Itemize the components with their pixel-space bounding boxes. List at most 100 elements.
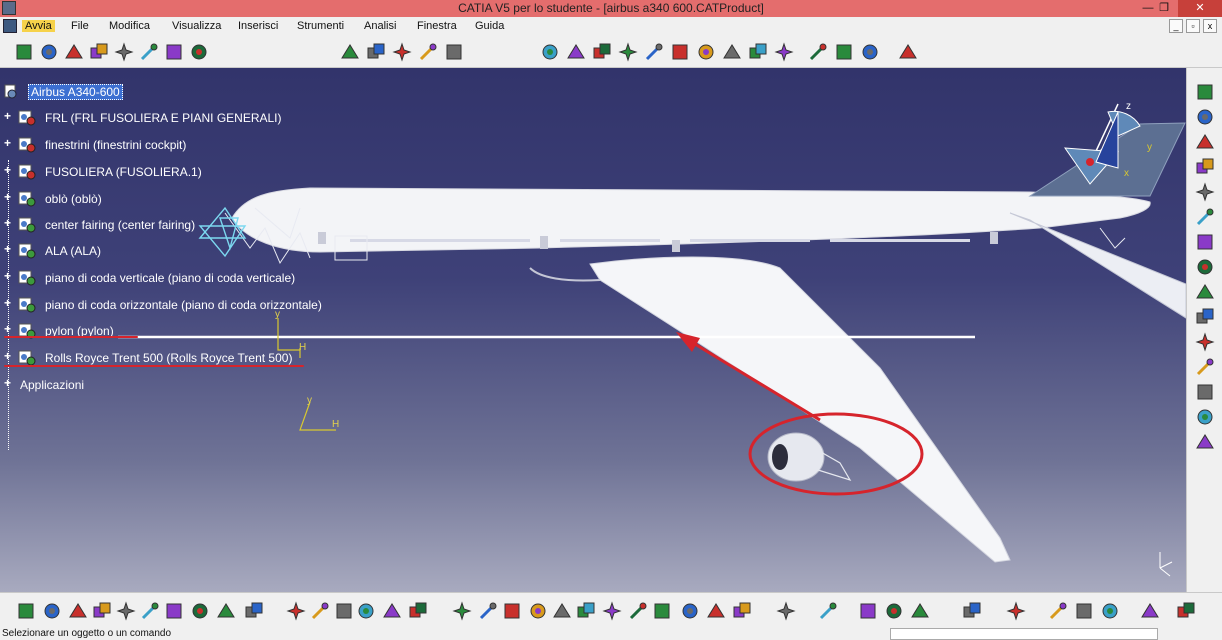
- space-analysis-icon[interactable]: [748, 42, 768, 62]
- existing-component-icon[interactable]: [1195, 182, 1215, 202]
- tree-node-label[interactable]: FUSOLIERA (FUSOLIERA.1): [45, 165, 202, 179]
- multi-instantiation-icon[interactable]: [1195, 332, 1215, 352]
- components-icon[interactable]: [340, 42, 360, 62]
- sectioning-icon[interactable]: [722, 42, 742, 62]
- hide-show-icon[interactable]: [898, 42, 918, 62]
- doc-minimize-button[interactable]: _: [1169, 19, 1183, 33]
- product-icon[interactable]: [189, 42, 209, 62]
- product-structure-icon[interactable]: [1195, 132, 1215, 152]
- expand-icon[interactable]: +: [4, 110, 14, 122]
- doc-restore-button[interactable]: ▫: [1186, 19, 1200, 33]
- assembly-icon[interactable]: [670, 42, 690, 62]
- tree-node-label[interactable]: FRL (FRL FUSOLIERA E PIANI GENERALI): [45, 111, 282, 125]
- pan-icon[interactable]: [502, 601, 522, 621]
- tree-node-label[interactable]: piano di coda orizzontale (piano di coda…: [45, 298, 322, 312]
- menu-avvia[interactable]: Avvia: [22, 20, 55, 32]
- catalog-icon[interactable]: [566, 42, 586, 62]
- multi-view-icon[interactable]: [628, 601, 648, 621]
- graph-tree-icon[interactable]: [1195, 232, 1215, 252]
- expand-icon[interactable]: +: [4, 377, 14, 389]
- selective-load-icon[interactable]: [1195, 282, 1215, 302]
- expand-icon[interactable]: +: [4, 243, 14, 255]
- menu-inserisci[interactable]: Inserisci: [238, 20, 278, 32]
- select-arrow-icon[interactable]: [1195, 107, 1215, 127]
- update-icon[interactable]: [540, 42, 560, 62]
- stop-manipulate-icon[interactable]: [139, 42, 159, 62]
- analyze-icon[interactable]: [644, 42, 664, 62]
- doc-close-button[interactable]: x: [1203, 19, 1217, 33]
- grid-icon[interactable]: [1140, 601, 1160, 621]
- manipulate-icon[interactable]: [64, 42, 84, 62]
- clash-icon[interactable]: [114, 42, 134, 62]
- catia-icon[interactable]: [1006, 601, 1026, 621]
- tree-node-label[interactable]: finestrini (finestrini cockpit): [45, 138, 186, 152]
- zoom-out-icon[interactable]: [576, 601, 596, 621]
- fly-icon[interactable]: [452, 601, 472, 621]
- reorder-icon[interactable]: [1195, 357, 1215, 377]
- menu-file[interactable]: File: [71, 20, 89, 32]
- snap-icon[interactable]: [39, 42, 59, 62]
- expand-icon[interactable]: +: [4, 297, 14, 309]
- 3d-viewport[interactable]: y H y H z y x Airbus A340-600 + FRL (FRL…: [0, 68, 1186, 592]
- undo-icon[interactable]: [190, 601, 210, 621]
- material-icon[interactable]: [382, 601, 402, 621]
- comment-icon[interactable]: [310, 601, 330, 621]
- annotation-icon[interactable]: [418, 42, 438, 62]
- tree-node-label[interactable]: ALA (ALA): [45, 244, 101, 258]
- link-icon[interactable]: [334, 601, 354, 621]
- expand-icon[interactable]: +: [4, 350, 14, 362]
- insert-component-icon[interactable]: [1195, 157, 1215, 177]
- cut-icon[interactable]: [116, 601, 136, 621]
- expand-icon[interactable]: +: [4, 270, 14, 282]
- whats-this-icon[interactable]: [244, 601, 264, 621]
- formula-icon[interactable]: [286, 601, 306, 621]
- redo-icon[interactable]: [216, 601, 236, 621]
- specifications-icon[interactable]: [858, 601, 878, 621]
- render-style-icon[interactable]: [860, 42, 880, 62]
- sphere-icon[interactable]: [1074, 601, 1094, 621]
- eraser-icon[interactable]: [962, 601, 982, 621]
- tree-node-label[interactable]: Applicazioni: [20, 378, 84, 392]
- tree-node-label[interactable]: oblò (oblò): [45, 192, 102, 206]
- table-icon[interactable]: [356, 601, 376, 621]
- sketcher-icon[interactable]: [366, 42, 386, 62]
- menu-analisi[interactable]: Analisi: [364, 20, 396, 32]
- explode-icon[interactable]: [89, 42, 109, 62]
- move-icon[interactable]: [14, 42, 34, 62]
- options-icon[interactable]: [808, 42, 828, 62]
- save-icon[interactable]: [68, 601, 88, 621]
- menu-strumenti[interactable]: Strumenti: [297, 20, 344, 32]
- manage-representations-icon[interactable]: [1195, 307, 1215, 327]
- constraint-icon[interactable]: [444, 42, 464, 62]
- menu-visualizza[interactable]: Visualizza: [172, 20, 221, 32]
- scene-icon[interactable]: [592, 42, 612, 62]
- measure-icon[interactable]: [164, 42, 184, 62]
- command-input[interactable]: [890, 628, 1158, 640]
- geometry-icon[interactable]: [884, 601, 904, 621]
- catalog-browser-icon[interactable]: [1048, 601, 1068, 621]
- shading-icon[interactable]: [680, 601, 700, 621]
- compass-icon[interactable]: [910, 601, 930, 621]
- menu-finestra[interactable]: Finestra: [417, 20, 457, 32]
- document-icon[interactable]: [3, 19, 17, 33]
- fit-all-icon[interactable]: [478, 601, 498, 621]
- shading-edges-icon[interactable]: [706, 601, 726, 621]
- expand-icon[interactable]: +: [4, 323, 14, 335]
- knowledge-icon[interactable]: [1195, 82, 1215, 102]
- expand-icon[interactable]: +: [4, 137, 14, 149]
- render-icon[interactable]: [618, 42, 638, 62]
- swap-icon[interactable]: [818, 601, 838, 621]
- window-close-button[interactable]: ✕: [1178, 0, 1222, 17]
- 3ds-catia-logo-icon[interactable]: [1176, 601, 1196, 621]
- normal-view-icon[interactable]: [602, 601, 622, 621]
- component-properties-icon[interactable]: [1195, 382, 1215, 402]
- open-icon[interactable]: [42, 601, 62, 621]
- tools-icon[interactable]: [774, 42, 794, 62]
- expand-icon[interactable]: +: [4, 191, 14, 203]
- publication-icon[interactable]: [1195, 432, 1215, 452]
- view-icon[interactable]: [834, 42, 854, 62]
- hide-icon[interactable]: [732, 601, 752, 621]
- rotate-icon[interactable]: [528, 601, 548, 621]
- new-icon[interactable]: [16, 601, 36, 621]
- assembly-features-icon[interactable]: [1195, 407, 1215, 427]
